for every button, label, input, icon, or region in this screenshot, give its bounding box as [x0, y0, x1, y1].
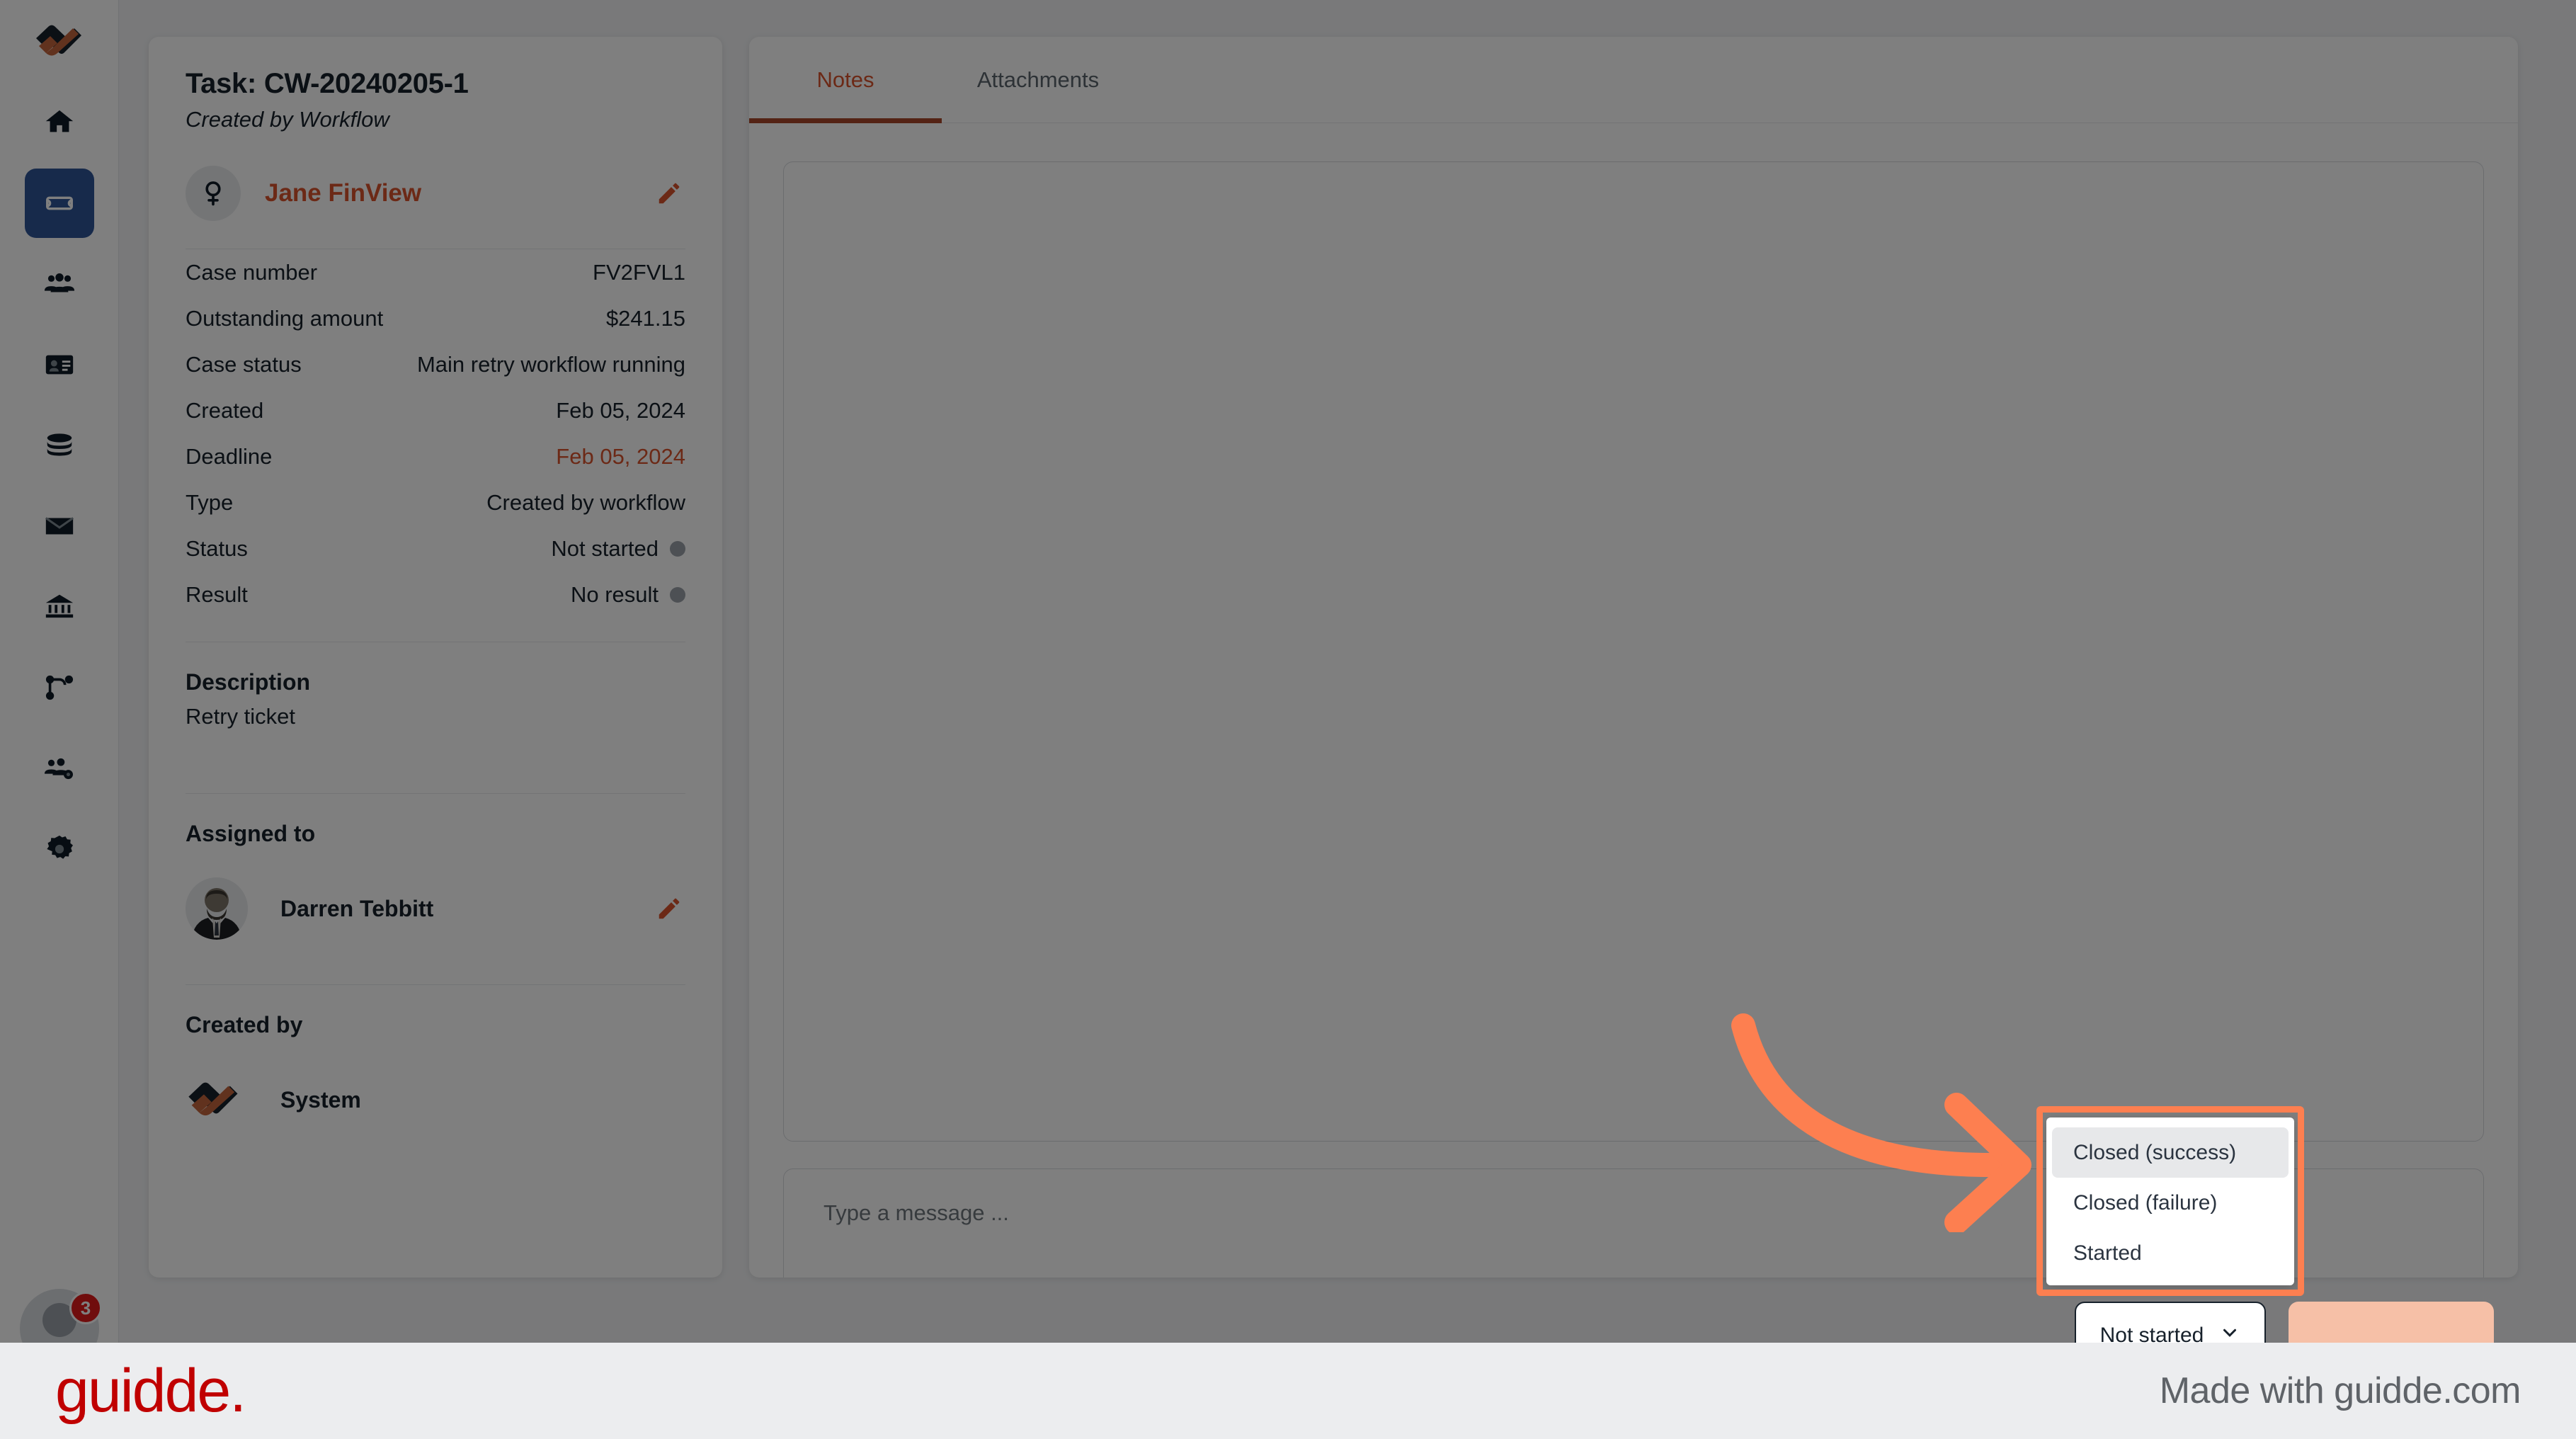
curved-arrow-right-icon — [1731, 1013, 2031, 1232]
assigned-to-name: Darren Tebbitt — [280, 895, 434, 921]
sidebar-item-home[interactable] — [25, 88, 94, 157]
table-row: Result No result — [186, 571, 685, 618]
sidebar-item-data[interactable] — [25, 411, 94, 480]
bank-icon — [43, 591, 76, 623]
pencil-icon[interactable] — [653, 892, 685, 925]
sidebar-item-workflows[interactable] — [25, 653, 94, 722]
field-label: Outstanding amount — [186, 305, 384, 331]
guidde-logo: guidde. — [55, 1357, 246, 1425]
field-label: Created — [186, 397, 264, 423]
company-logo-icon — [186, 1073, 248, 1127]
divider — [186, 793, 685, 794]
created-by-row: System — [186, 1061, 685, 1139]
notification-badge: 3 — [69, 1292, 102, 1324]
created-by-title: Created by — [186, 1012, 303, 1037]
divider — [186, 984, 685, 985]
notes-list-area — [783, 161, 2484, 1142]
task-status-value: Not started — [2099, 1324, 2204, 1343]
sidebar-item-bank[interactable] — [25, 572, 94, 642]
assigned-to-title: Assigned to — [186, 821, 316, 846]
table-row: Created Feb 05, 2024 — [186, 387, 685, 433]
field-value: Feb 05, 2024 — [556, 443, 685, 469]
table-row: Case status Main retry workflow running — [186, 341, 685, 387]
sidebar-item-mail[interactable] — [25, 491, 94, 561]
tab-notes[interactable]: Notes — [749, 37, 942, 123]
page-title: Task: CW-20240205-1 — [186, 68, 469, 99]
female-symbol-icon — [186, 166, 241, 221]
status-badge — [670, 540, 685, 557]
task-status-select-bright[interactable]: Not started — [2075, 1302, 2266, 1343]
chevron-down-icon — [2219, 1322, 2240, 1343]
table-row: Case number FV2FVL1 — [186, 249, 685, 295]
save-button-highlight — [2289, 1302, 2494, 1343]
task-subtitle: Created by Workflow — [186, 107, 389, 132]
field-value: $241.15 — [605, 305, 685, 331]
field-value: Not started — [551, 535, 659, 561]
sidebar-item-teams[interactable] — [25, 734, 94, 803]
message-placeholder: Type a message ... — [823, 1200, 1009, 1225]
sidebar-item-tickets[interactable] — [24, 169, 94, 238]
customer-name[interactable]: Jane FinView — [265, 179, 421, 207]
field-value: Created by workflow — [486, 489, 685, 515]
field-label: Result — [186, 581, 248, 607]
tab-attachments[interactable]: Attachments — [942, 37, 1134, 123]
field-label: Case number — [186, 259, 318, 285]
highlight-border — [2036, 1106, 2304, 1296]
application-window: 3 Task: CW-20240205-1 Created by Workflo… — [0, 0, 2576, 1343]
avatar — [186, 877, 248, 940]
table-row: Deadline Feb 05, 2024 — [186, 433, 685, 479]
pencil-icon[interactable] — [653, 177, 685, 210]
field-value: Feb 05, 2024 — [556, 397, 685, 423]
user-avatar-container[interactable]: 3 — [20, 1289, 102, 1343]
sidebar-item-settings[interactable] — [25, 814, 94, 884]
table-row: Status Not started — [186, 525, 685, 571]
field-label: Type — [186, 489, 234, 515]
field-label: Deadline — [186, 443, 273, 469]
screenshot-root: 3 Task: CW-20240205-1 Created by Workflo… — [0, 0, 2576, 1439]
customer-row: Jane FinView — [186, 161, 685, 226]
contact-card-icon — [43, 348, 76, 381]
field-label: Status — [186, 535, 248, 561]
task-fields-list: Case number FV2FVL1 Outstanding amount $… — [186, 249, 685, 618]
workflow-icon — [43, 671, 76, 704]
users-settings-icon — [43, 752, 76, 785]
users-group-icon — [43, 268, 76, 300]
field-value: Main retry workflow running — [416, 351, 685, 377]
sidebar-item-customers[interactable] — [25, 249, 94, 319]
gear-icon — [43, 833, 76, 865]
description-text: Retry ticket — [186, 704, 296, 729]
table-row: Type Created by workflow — [186, 479, 685, 525]
guidde-footer: guidde. Made with guidde.com — [0, 1343, 2576, 1439]
notes-panel: Notes Attachments Type a message ... Tas… — [749, 37, 2518, 1278]
status-badge — [670, 586, 685, 603]
guidde-tagline: Made with guidde.com — [2159, 1370, 2521, 1411]
database-icon — [43, 429, 76, 462]
sidebar-item-contacts[interactable] — [25, 330, 94, 399]
ticket-icon — [43, 187, 76, 220]
sidebar-navigation: 3 — [0, 0, 119, 1343]
assigned-to-row: Darren Tebbitt — [186, 870, 685, 948]
mail-icon — [43, 510, 76, 542]
field-label: Case status — [186, 351, 302, 377]
tab-bar: Notes Attachments — [749, 37, 2518, 123]
created-by-name: System — [280, 1086, 361, 1113]
table-row: Outstanding amount $241.15 — [186, 295, 685, 341]
field-value: No result — [570, 581, 659, 607]
company-logo-icon[interactable] — [28, 18, 91, 64]
home-icon — [43, 106, 76, 139]
field-value: FV2FVL1 — [593, 259, 685, 285]
task-detail-card: Task: CW-20240205-1 Created by Workflow … — [149, 37, 722, 1278]
description-title: Description — [186, 669, 311, 695]
